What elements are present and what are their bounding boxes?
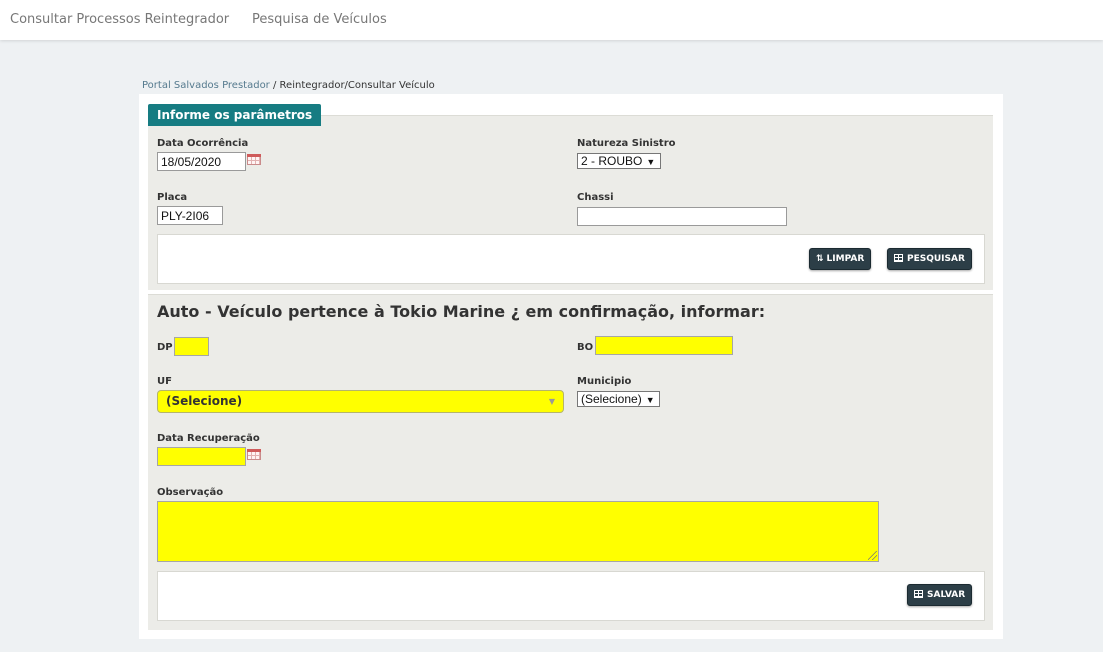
calendar-icon[interactable] (247, 449, 261, 460)
uf-select[interactable]: (Selecione) ▼ (157, 390, 564, 413)
bo-input[interactable] (595, 336, 733, 355)
table-icon (914, 590, 923, 598)
uf-label: UF (157, 376, 172, 387)
data-ocorrencia-input[interactable] (157, 152, 246, 171)
municipio-value: (Selecione) (581, 392, 642, 406)
data-recuperacao-input[interactable] (157, 447, 246, 466)
table-icon (894, 254, 903, 262)
pesquisar-button-label: PESQUISAR (907, 254, 965, 264)
resize-grip-icon[interactable] (868, 551, 877, 560)
confirmation-title: Auto - Veículo pertence à Tokio Marine ¿… (157, 302, 766, 321)
nav-pesquisa-veiculos[interactable]: Pesquisa de Veículos (252, 12, 387, 27)
municipio-label: Municipio (577, 376, 632, 387)
bo-label: BO (577, 342, 594, 353)
swap-vertical-icon: ⇅ (816, 254, 824, 264)
observacao-textarea[interactable] (157, 501, 879, 562)
caret-down-icon: ▼ (645, 395, 655, 405)
uf-value: (Selecione) (166, 394, 243, 408)
placa-label: Placa (157, 192, 188, 203)
limpar-button[interactable]: ⇅ LIMPAR (809, 248, 872, 270)
natureza-sinistro-label: Natureza Sinistro (577, 138, 676, 149)
chassi-label: Chassi (577, 192, 614, 203)
caret-down-icon: ▼ (646, 157, 656, 167)
breadcrumb-root-link[interactable]: Portal Salvados Prestador (142, 80, 270, 91)
dp-input[interactable] (174, 337, 209, 356)
pesquisar-button[interactable]: PESQUISAR (887, 248, 972, 270)
natureza-sinistro-select[interactable]: 2 - ROUBO ▼ (577, 153, 661, 169)
breadcrumb: Portal Salvados Prestador / Reintegrador… (142, 80, 435, 91)
chassi-input[interactable] (577, 207, 787, 226)
breadcrumb-current: Reintegrador/Consultar Veículo (279, 80, 435, 91)
dp-label: DP (157, 342, 173, 353)
observacao-label: Observação (157, 487, 224, 498)
nav-consultar-processos[interactable]: Consultar Processos Reintegrador (10, 12, 229, 27)
salvar-button-label: SALVAR (927, 590, 966, 600)
parameters-legend: Informe os parâmetros (148, 104, 322, 126)
top-navigation: Consultar Processos Reintegrador Pesquis… (0, 0, 1103, 40)
data-ocorrencia-label: Data Ocorrência (157, 138, 249, 149)
municipio-select[interactable]: (Selecione) ▼ (577, 391, 660, 407)
save-actions-box (157, 571, 985, 621)
data-recuperacao-label: Data Recuperação (157, 433, 260, 444)
placa-input[interactable] (157, 206, 223, 225)
natureza-sinistro-value: 2 - ROUBO (581, 154, 643, 168)
limpar-button-label: LIMPAR (826, 254, 865, 264)
salvar-button[interactable]: SALVAR (907, 584, 973, 606)
breadcrumb-separator: / (269, 80, 280, 91)
calendar-icon[interactable] (247, 154, 261, 165)
caret-down-icon: ▼ (548, 397, 555, 406)
